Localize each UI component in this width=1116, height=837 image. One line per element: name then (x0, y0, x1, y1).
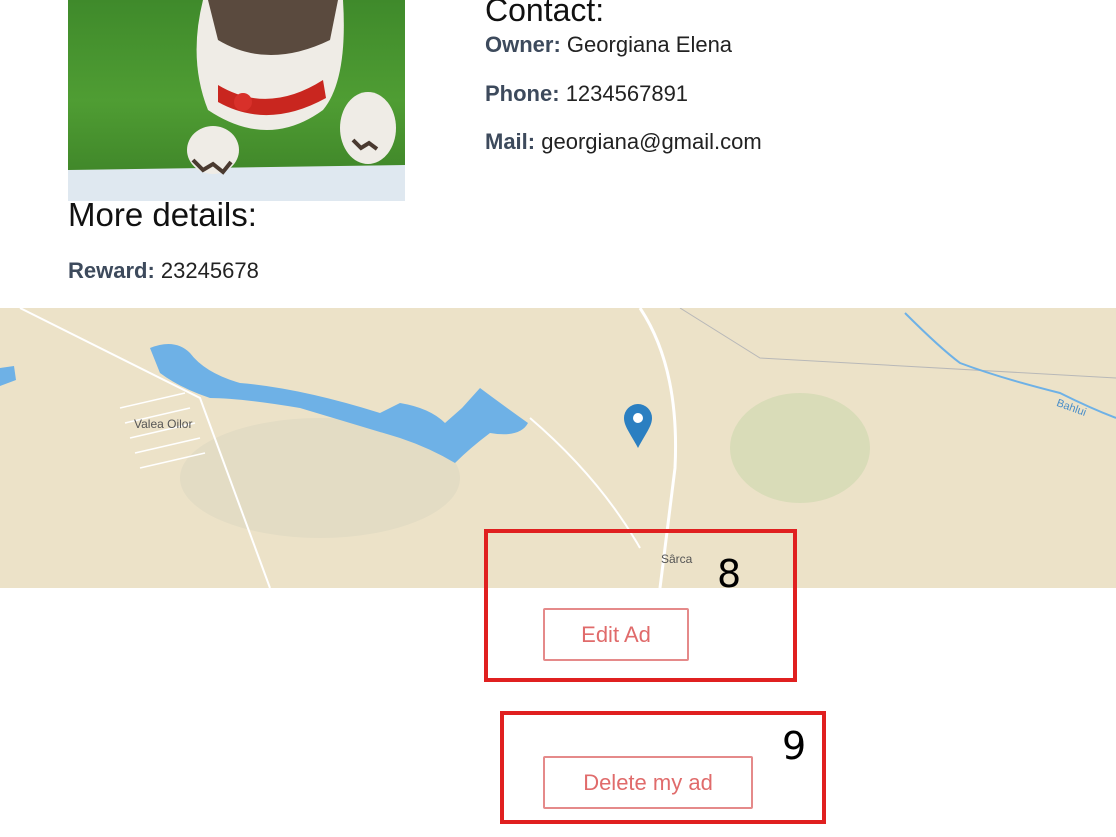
mail-row: Mail: georgiana@gmail.com (485, 129, 762, 155)
more-details-heading: More details: (68, 196, 257, 233)
owner-row: Owner: Georgiana Elena (485, 32, 732, 58)
pet-photo (68, 0, 405, 201)
phone-row: Phone: 1234567891 (485, 81, 688, 107)
delete-annotation-number: 9 (782, 724, 807, 768)
mail-label: Mail: (485, 129, 536, 154)
contact-heading: Contact: (485, 0, 605, 28)
mail-value: georgiana@gmail.com (541, 129, 762, 154)
owner-label: Owner: (485, 32, 561, 57)
edit-highlight-box (484, 529, 797, 682)
reward-row: Reward: 23245678 (68, 258, 259, 284)
phone-label: Phone: (485, 81, 560, 106)
map-label-valea-oilor: Valea Oilor (134, 417, 193, 431)
phone-value: 1234567891 (565, 81, 689, 106)
delete-highlight-box (500, 711, 826, 824)
map-pin-icon[interactable] (624, 404, 652, 448)
owner-value: Georgiana Elena (566, 32, 733, 57)
reward-value: 23245678 (160, 258, 259, 283)
reward-label: Reward: (68, 258, 155, 283)
edit-annotation-number: 8 (717, 552, 742, 596)
